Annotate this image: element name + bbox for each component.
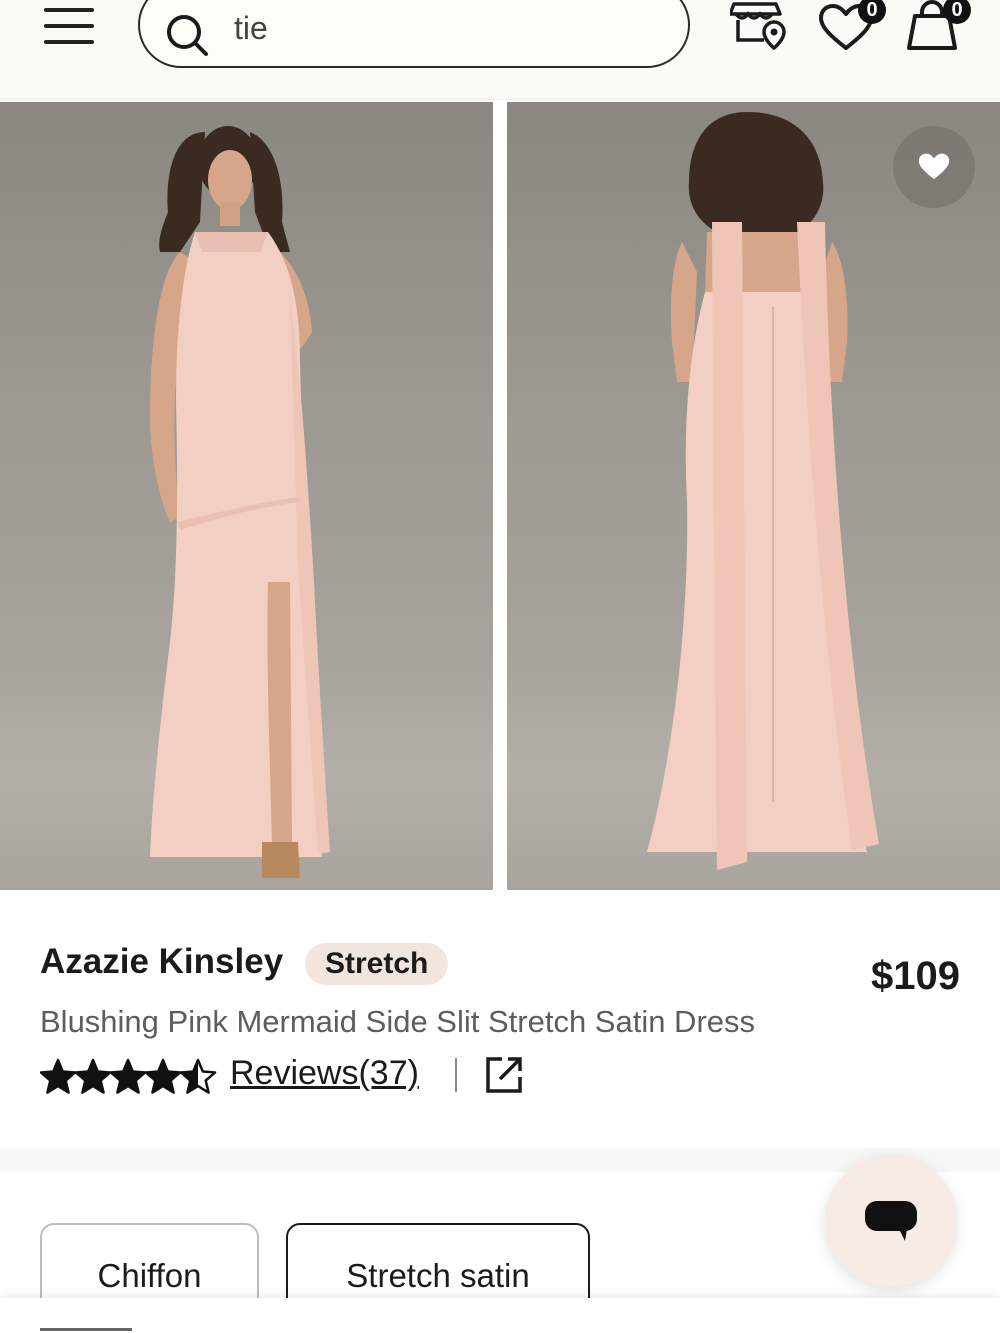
chat-bubble-icon bbox=[865, 1201, 917, 1241]
model-back-illustration bbox=[647, 112, 879, 870]
product-photo-back[interactable] bbox=[507, 102, 1000, 890]
chat-button[interactable] bbox=[825, 1155, 957, 1287]
wishlist-count-badge: 0 bbox=[858, 0, 886, 24]
menu-line bbox=[44, 8, 94, 12]
search-input[interactable] bbox=[234, 8, 654, 48]
tab-indicator bbox=[40, 1328, 132, 1331]
model-front-illustration bbox=[149, 126, 330, 878]
product-brand-name: Azazie Kinsley bbox=[40, 942, 284, 981]
product-photo-front[interactable] bbox=[0, 102, 493, 890]
top-header: 0 0 bbox=[0, 0, 1000, 100]
favorite-button[interactable] bbox=[893, 126, 975, 208]
product-title: Blushing Pink Mermaid Side Slit Stretch … bbox=[40, 1004, 756, 1039]
rating-star bbox=[109, 1058, 147, 1094]
search-icon bbox=[167, 15, 208, 56]
menu-line bbox=[44, 40, 94, 44]
separator bbox=[455, 1058, 457, 1092]
stretch-tag: Stretch bbox=[305, 943, 449, 985]
menu-line bbox=[44, 24, 94, 28]
product-price: $109 bbox=[871, 954, 960, 998]
bottom-bar bbox=[0, 1298, 1000, 1333]
menu-button[interactable] bbox=[44, 6, 96, 46]
product-gallery[interactable] bbox=[0, 102, 1000, 890]
cart-count-badge: 0 bbox=[943, 0, 971, 24]
rating-star bbox=[144, 1058, 182, 1094]
reviews-link[interactable]: Reviews(37) bbox=[230, 1054, 419, 1093]
store-locator-icon[interactable] bbox=[730, 0, 788, 50]
search-bar[interactable] bbox=[138, 0, 690, 68]
rating-star bbox=[40, 1058, 77, 1094]
cart-button[interactable]: 0 bbox=[905, 0, 977, 54]
wishlist-button[interactable]: 0 bbox=[818, 0, 890, 54]
heart-icon bbox=[918, 153, 950, 180]
external-link-icon[interactable] bbox=[484, 1055, 524, 1095]
rating-star bbox=[74, 1058, 112, 1094]
rating-stars bbox=[40, 1058, 217, 1094]
